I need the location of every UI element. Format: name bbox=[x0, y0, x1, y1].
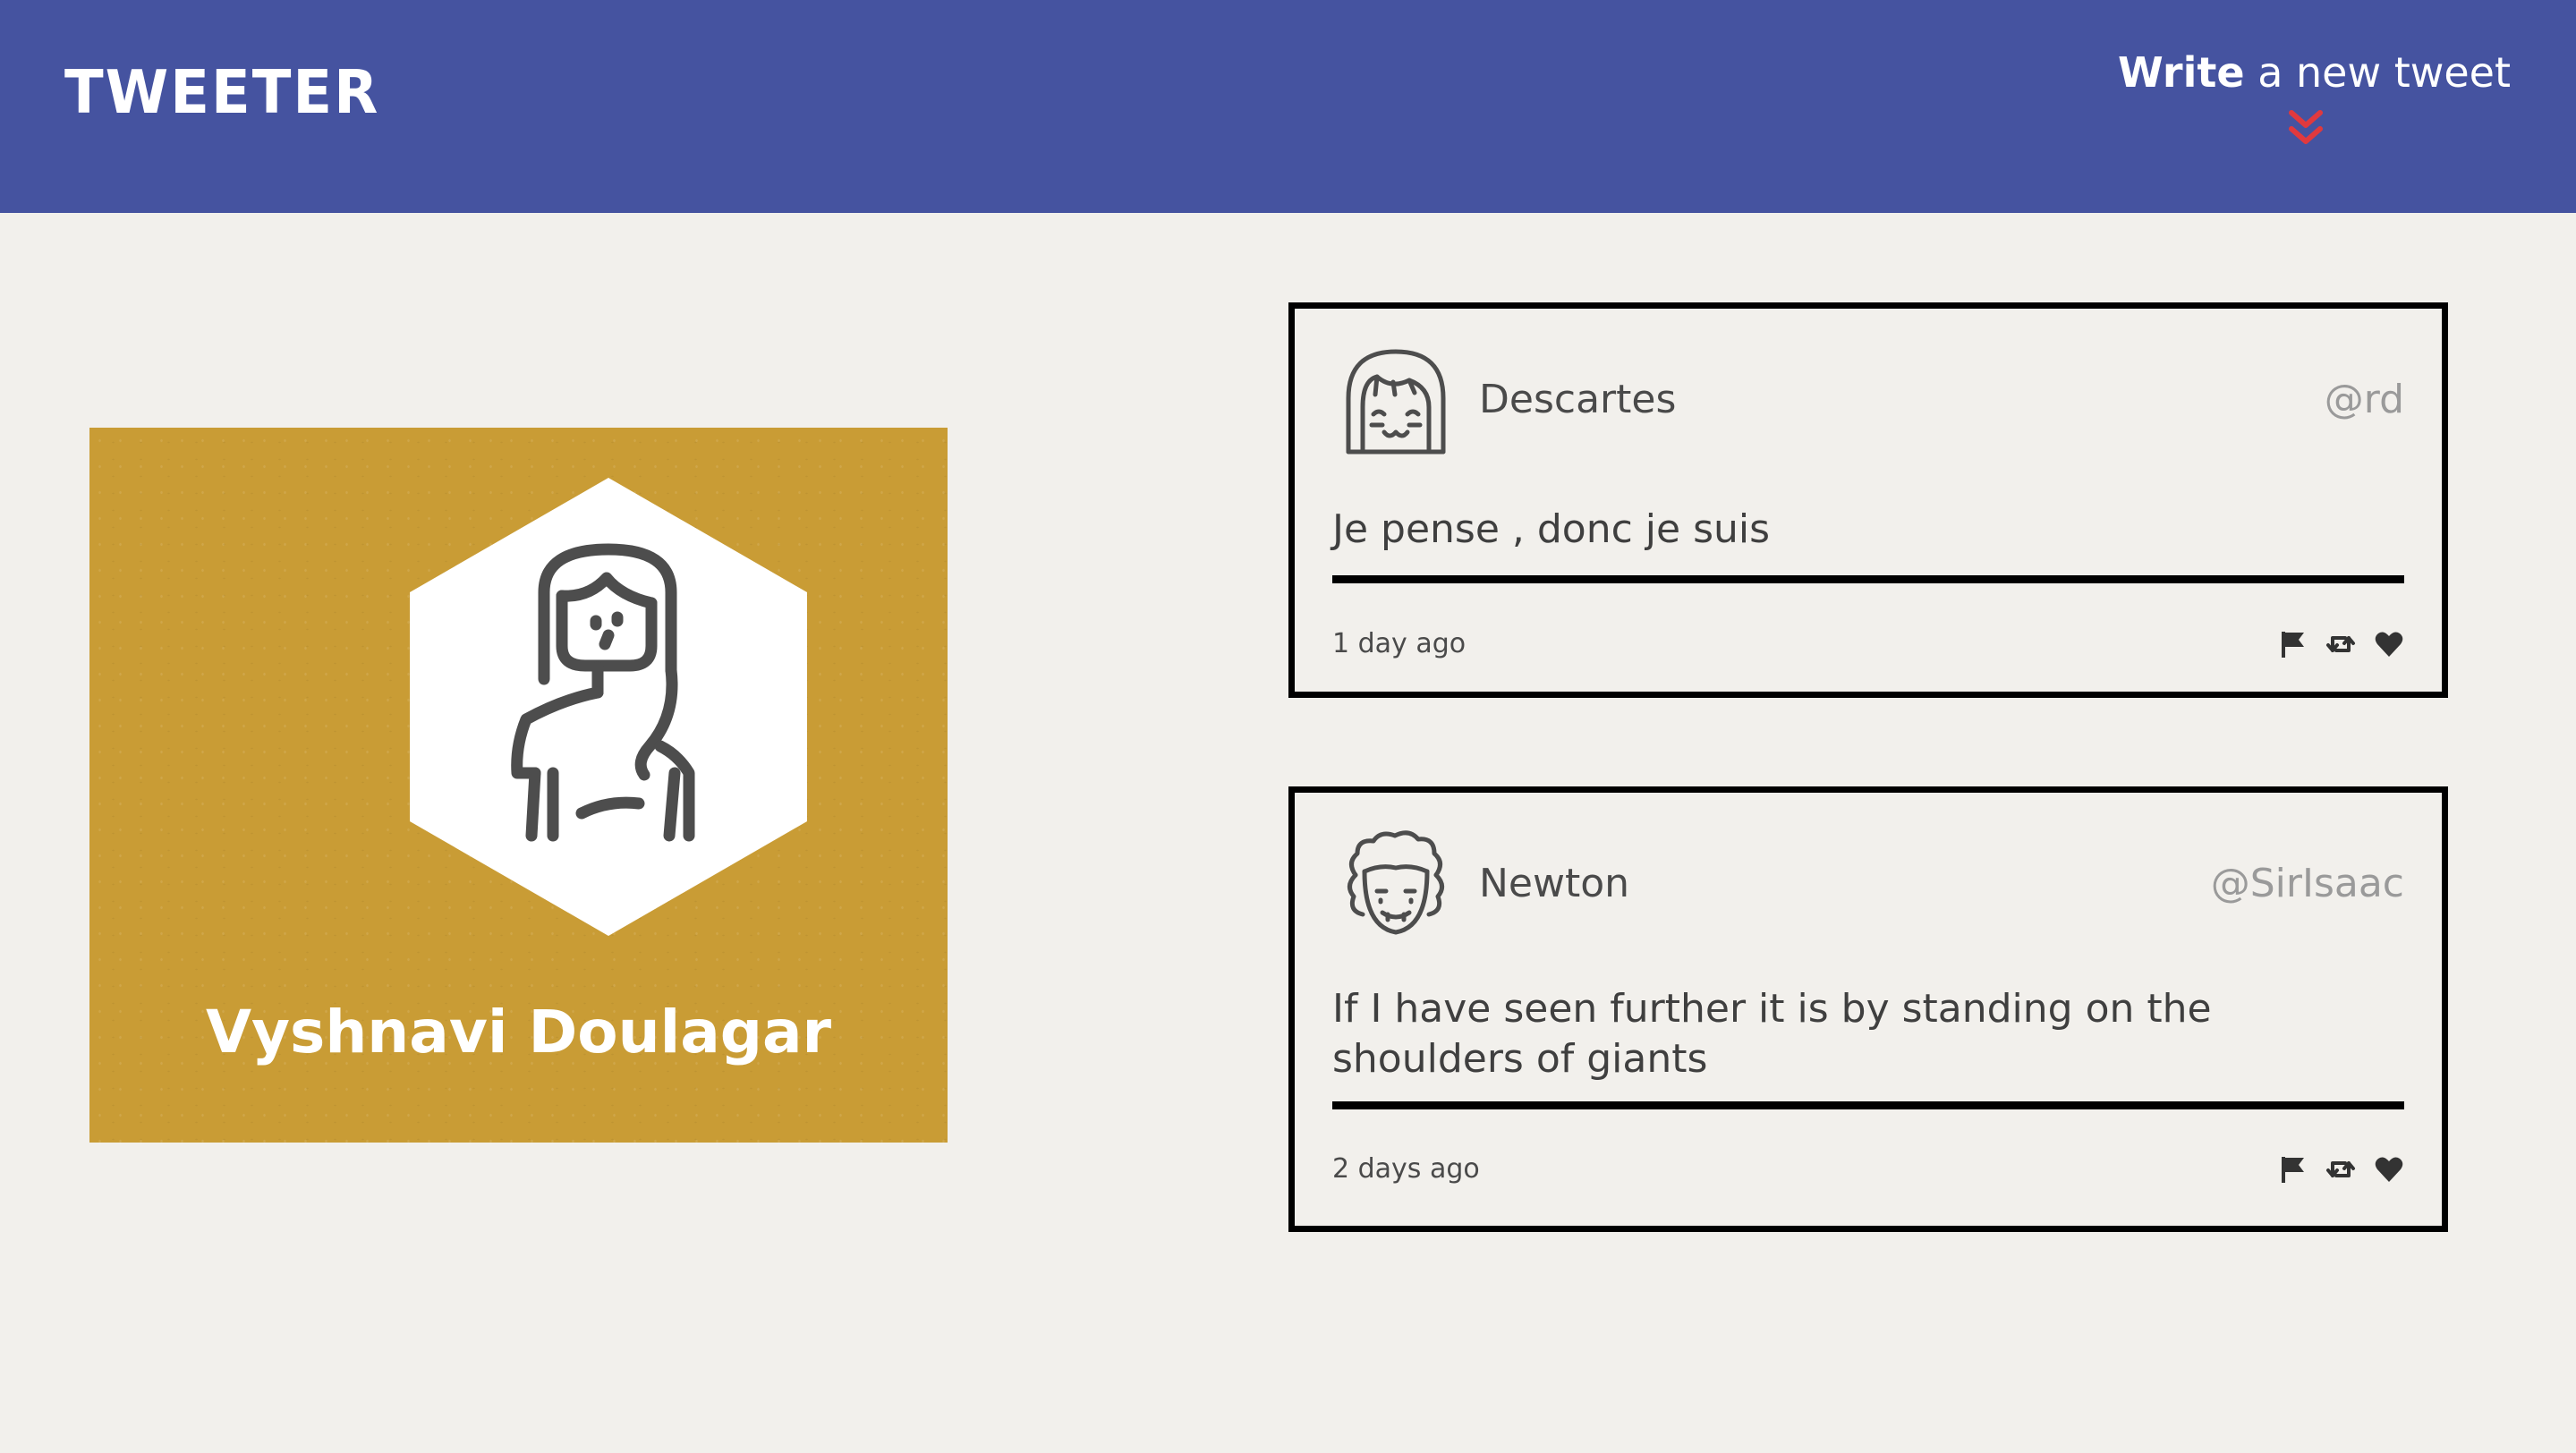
flag-icon[interactable] bbox=[2277, 629, 2308, 659]
compose-label-rest: a new tweet bbox=[2244, 48, 2512, 97]
smiling-face-avatar-icon bbox=[1346, 349, 1446, 455]
tweet-divider bbox=[1332, 1101, 2404, 1109]
tweet-author-name[interactable]: Descartes bbox=[1479, 380, 1676, 420]
heart-icon[interactable] bbox=[2374, 1154, 2404, 1185]
tweet-text: If I have seen further it is by standing… bbox=[1332, 986, 2212, 1082]
tweet-header: Descartes @rd bbox=[1338, 343, 2404, 459]
tweet-divider bbox=[1332, 575, 2404, 583]
tweet-footer: 1 day ago bbox=[1332, 622, 2404, 667]
flag-icon[interactable] bbox=[2277, 1154, 2308, 1185]
tweet-actions bbox=[2277, 622, 2404, 667]
brand-logo[interactable]: TWEETER bbox=[64, 63, 379, 123]
double-chevron-down-icon[interactable] bbox=[2286, 109, 2325, 149]
tweet-actions bbox=[2277, 1147, 2404, 1192]
tweet-text: Je pense , donc je suis bbox=[1332, 506, 1771, 552]
tweet-author-name[interactable]: Newton bbox=[1479, 864, 1629, 904]
retweet-icon[interactable] bbox=[2325, 629, 2356, 659]
tweet-timestamp: 1 day ago bbox=[1332, 628, 1467, 659]
curly-hair-avatar-icon bbox=[1348, 830, 1444, 935]
profile-name: Vyshnavi Doulagar bbox=[205, 998, 832, 1066]
tweet-footer: 2 days ago bbox=[1332, 1147, 2404, 1192]
compose-label[interactable]: Write a new tweet bbox=[2118, 52, 2511, 93]
top-nav: TWEETER Write a new tweet bbox=[0, 0, 2576, 213]
tweet-timestamp: 2 days ago bbox=[1332, 1153, 1480, 1185]
woman-avatar-icon bbox=[410, 478, 807, 936]
retweet-icon[interactable] bbox=[2325, 1154, 2356, 1185]
tweet-author-handle[interactable]: @rd bbox=[2325, 380, 2404, 420]
tweet-header: Newton @SirIsaac bbox=[1338, 827, 2404, 943]
tweet-author-handle[interactable]: @SirIsaac bbox=[2211, 864, 2404, 904]
heart-icon[interactable] bbox=[2374, 629, 2404, 659]
compose-toggle[interactable]: Write a new tweet bbox=[2118, 52, 2511, 149]
tweet-card: Descartes @rd Je pense , donc je suis 1 … bbox=[1288, 302, 2448, 698]
compose-label-bold: Write bbox=[2118, 48, 2245, 97]
tweet-card: Newton @SirIsaac If I have seen further … bbox=[1288, 786, 2448, 1232]
profile-card: Vyshnavi Doulagar bbox=[89, 428, 948, 1143]
